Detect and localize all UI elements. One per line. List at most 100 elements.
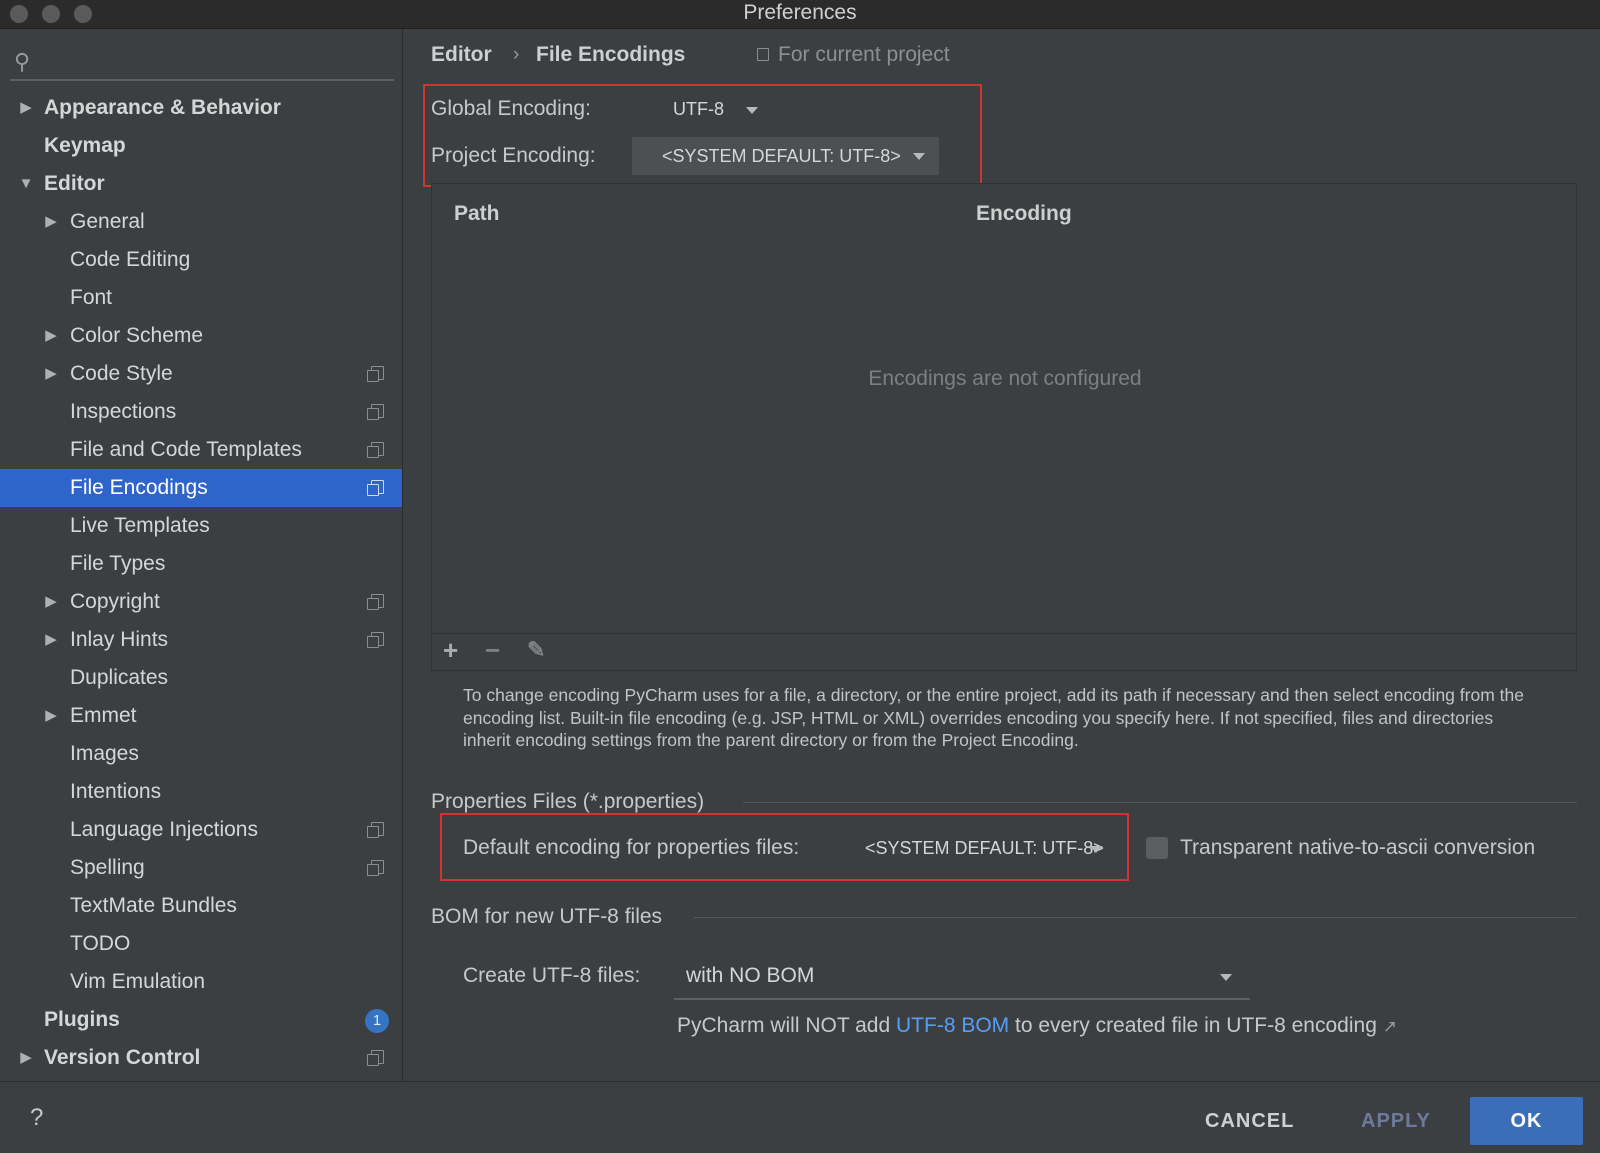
sidebar-item-label: File Encodings <box>70 476 208 499</box>
ok-button[interactable]: OK <box>1470 1097 1583 1145</box>
select-underline <box>674 998 1250 1000</box>
updates-badge: 1 <box>365 1009 389 1033</box>
sidebar-item-file-encodings[interactable]: File Encodings <box>0 469 402 507</box>
properties-section-title: Properties Files (*.properties) <box>431 790 705 813</box>
sidebar-item-label: Live Templates <box>70 514 210 537</box>
global-encoding-select[interactable]: UTF-8 <box>667 95 767 125</box>
collapse-arrow-icon[interactable]: ▼ <box>16 165 36 203</box>
sidebar-item-inlay-hints[interactable]: ▶ Inlay Hints <box>0 621 402 659</box>
dialog-footer <box>0 1081 1600 1153</box>
project-settings-icon <box>367 442 384 458</box>
title-bar: Preferences <box>0 0 1600 29</box>
search-icon: ⚲ <box>14 49 31 74</box>
sidebar-item-duplicates[interactable]: Duplicates <box>0 659 402 697</box>
sidebar-item-label: General <box>70 210 145 233</box>
page-title: File Encodings <box>536 43 686 66</box>
bom-select[interactable]: with NO BOM <box>674 956 1250 1000</box>
utf8-bom-link[interactable]: UTF-8 BOM <box>896 1014 1009 1037</box>
settings-search[interactable]: ⚲ <box>10 43 394 81</box>
expand-arrow-icon[interactable]: ▶ <box>41 621 61 659</box>
apply-button[interactable]: APPLY <box>1361 1110 1431 1133</box>
sidebar-item-file-types[interactable]: File Types <box>0 545 402 583</box>
transparent-conversion-checkbox[interactable] <box>1146 837 1168 859</box>
column-header-encoding[interactable]: Encoding <box>976 202 1072 226</box>
sidebar-item-spelling[interactable]: Spelling <box>0 849 402 887</box>
properties-encoding-value: <SYSTEM DEFAULT: UTF-8> <box>865 838 1104 858</box>
table-toolbar: + − ✎ <box>431 633 1577 672</box>
encodings-table[interactable]: Path Encoding Encodings are not configur… <box>431 183 1577 671</box>
remove-icon[interactable]: − <box>485 635 500 666</box>
sidebar-item-inspections[interactable]: Inspections <box>0 393 402 431</box>
expand-arrow-icon[interactable]: ▶ <box>41 355 61 393</box>
column-header-path[interactable]: Path <box>454 202 500 226</box>
project-scope-label: For current project <box>778 43 950 66</box>
sidebar-item-label: TextMate Bundles <box>70 894 237 917</box>
cancel-button[interactable]: CANCEL <box>1205 1110 1294 1133</box>
sidebar-item-language-injections[interactable]: Language Injections <box>0 811 402 849</box>
sidebar-item-font[interactable]: Font <box>0 279 402 317</box>
properties-encoding-select[interactable]: <SYSTEM DEFAULT: UTF-8> <box>855 832 1115 864</box>
section-divider <box>694 917 1577 918</box>
sidebar-item-file-code-templates[interactable]: File and Code Templates <box>0 431 402 469</box>
section-divider <box>743 802 1577 803</box>
help-icon[interactable]: ? <box>30 1104 43 1132</box>
chevron-down-icon <box>1220 974 1232 981</box>
sidebar-item-label: Spelling <box>70 856 145 879</box>
sidebar-item-label: File and Code Templates <box>70 438 302 461</box>
sidebar-item-emmet[interactable]: ▶ Emmet <box>0 697 402 735</box>
sidebar-item-todo[interactable]: TODO <box>0 925 402 963</box>
sidebar-item-label: Plugins <box>44 1008 120 1031</box>
add-icon[interactable]: + <box>443 635 458 666</box>
sidebar-item-editor[interactable]: ▼ Editor <box>0 165 402 203</box>
sidebar-item-live-templates[interactable]: Live Templates <box>0 507 402 545</box>
empty-table-message: Encodings are not configured <box>868 367 1142 390</box>
sidebar-item-label: Code Style <box>70 362 173 385</box>
sidebar-item-label: Emmet <box>70 704 137 727</box>
global-encoding-label: Global Encoding: <box>431 97 591 120</box>
expand-arrow-icon[interactable]: ▶ <box>16 1039 36 1077</box>
window-title: Preferences <box>743 1 857 24</box>
expand-arrow-icon[interactable]: ▶ <box>41 697 61 735</box>
sidebar-item-appearance-behavior[interactable]: ▶ Appearance & Behavior <box>0 89 402 127</box>
sidebar-item-label: Font <box>70 286 113 309</box>
edit-icon[interactable]: ✎ <box>527 637 545 663</box>
sidebar-item-version-control[interactable]: ▶ Version Control <box>0 1039 402 1077</box>
sidebar-item-images[interactable]: Images <box>0 735 402 773</box>
sidebar-item-intentions[interactable]: Intentions <box>0 773 402 811</box>
project-settings-icon <box>367 594 384 610</box>
external-link-icon[interactable]: ↗ <box>1383 1017 1397 1036</box>
project-encoding-label: Project Encoding: <box>431 144 596 167</box>
sidebar-item-label: Color Scheme <box>70 324 204 347</box>
sidebar-item-copyright[interactable]: ▶ Copyright <box>0 583 402 621</box>
sidebar-item-label: Images <box>70 742 139 765</box>
sidebar-item-code-style[interactable]: ▶ Code Style <box>0 355 402 393</box>
bom-section-title: BOM for new UTF-8 files <box>431 905 663 928</box>
sidebar-item-code-editing[interactable]: Code Editing <box>0 241 402 279</box>
project-encoding-select[interactable]: <SYSTEM DEFAULT: UTF-8> <box>632 137 939 175</box>
expand-arrow-icon[interactable]: ▶ <box>41 583 61 621</box>
create-utf8-label: Create UTF-8 files: <box>463 964 641 987</box>
sidebar-item-general[interactable]: ▶ General <box>0 203 402 241</box>
project-settings-icon <box>367 404 384 420</box>
sidebar-item-keymap[interactable]: Keymap <box>0 127 402 165</box>
search-input[interactable] <box>44 45 388 77</box>
sidebar-item-label: Keymap <box>44 134 126 157</box>
expand-arrow-icon[interactable]: ▶ <box>41 203 61 241</box>
sidebar-item-label: Duplicates <box>70 666 169 689</box>
transparent-conversion-label[interactable]: Transparent native-to-ascii conversion <box>1180 836 1535 860</box>
expand-arrow-icon[interactable]: ▶ <box>16 89 36 127</box>
global-encoding-value: UTF-8 <box>673 99 724 119</box>
sidebar-item-label: Vim Emulation <box>70 970 206 993</box>
bom-note: PyCharm will NOT add UTF-8 BOM to every … <box>677 1014 1397 1038</box>
breadcrumb-parent[interactable]: Editor <box>431 40 492 70</box>
sidebar-item-plugins[interactable]: Plugins 1 <box>0 1001 402 1039</box>
sidebar-item-label: Editor <box>44 172 105 195</box>
sidebar-item-color-scheme[interactable]: ▶ Color Scheme <box>0 317 402 355</box>
project-settings-icon <box>367 822 384 838</box>
expand-arrow-icon[interactable]: ▶ <box>41 317 61 355</box>
sidebar-item-textmate-bundles[interactable]: TextMate Bundles <box>0 887 402 925</box>
sidebar-item-label: Inspections <box>70 400 177 423</box>
settings-sidebar: ⚲ ▶ Appearance & Behavior Keymap ▼ Edito… <box>0 29 403 1081</box>
chevron-down-icon <box>1090 846 1102 853</box>
sidebar-item-vim-emulation[interactable]: Vim Emulation <box>0 963 402 1001</box>
